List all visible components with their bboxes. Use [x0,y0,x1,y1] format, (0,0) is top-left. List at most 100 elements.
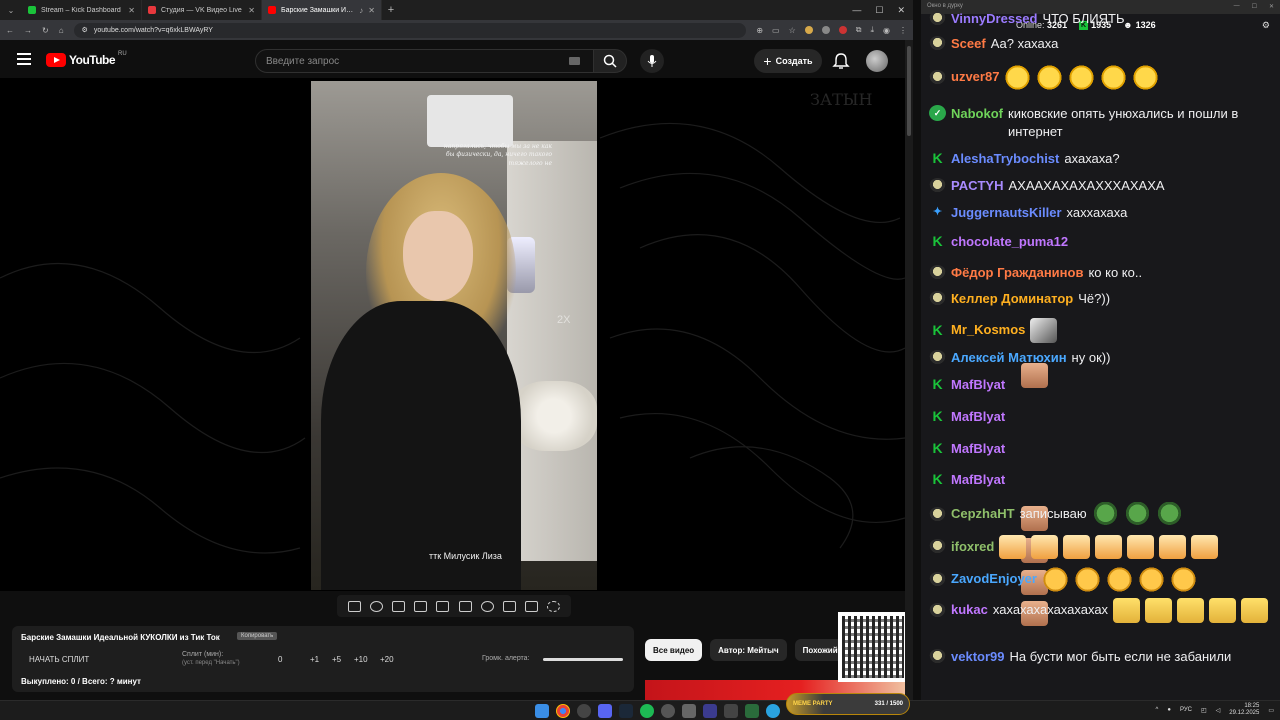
telegram-icon[interactable] [766,704,780,718]
app-icon[interactable] [724,704,738,718]
obs-icon[interactable] [577,704,591,718]
zoom-icon[interactable]: ⊕ [756,26,763,35]
alert-volume-slider[interactable] [543,658,623,661]
chat-username[interactable]: chocolate_puma12 [951,233,1068,251]
create-button[interactable]: + Создать [754,49,822,73]
notifications-icon[interactable]: ▭ [1268,707,1274,714]
tab-youtube-video[interactable]: Барские Замашки Идеальной ♪ ✕ [262,0,382,20]
screenshot-camera-icon[interactable] [525,600,539,612]
speed-icon[interactable] [480,600,494,612]
app-icon[interactable] [682,704,696,718]
mic-icon[interactable]: ● [1167,707,1171,713]
chat-username[interactable]: CepzhaHT [951,505,1015,523]
chat-username[interactable]: MafBlyat [951,376,1005,394]
search-button[interactable] [593,49,627,73]
new-tab-button[interactable]: + [382,4,400,16]
close-window-icon[interactable]: ✕ [897,5,905,16]
miniplayer-icon[interactable] [458,600,472,612]
clock[interactable]: 18:25 29.12.2025 [1229,703,1259,717]
chat-username[interactable]: JuggernautsKiller [951,204,1062,222]
chat-username[interactable]: AleshaTrybochist [951,150,1059,168]
back-icon[interactable]: ← [6,26,14,35]
chat-username[interactable]: Nabokof [951,105,1003,123]
app-icon[interactable] [745,704,759,718]
chat-username[interactable]: Алексей Матюхин [951,349,1067,367]
chat-username[interactable]: Фёдор Гражданинов [951,264,1083,282]
close-tab-icon[interactable]: ✕ [368,6,375,15]
tab-kick-dashboard[interactable]: Stream – Kick Dashboard ✕ [22,0,142,20]
windows-start-icon[interactable] [535,704,549,718]
tray-arrow-icon[interactable]: ^ [1156,707,1159,713]
browser-menu-icon[interactable]: ⋮ [899,26,907,35]
chat-username[interactable]: Келлер Доминатор [951,290,1073,308]
cast-icon[interactable]: ▭ [772,26,780,35]
volume-icon[interactable]: ◁ [1216,707,1221,714]
audio-icon[interactable]: ♪ [359,6,363,15]
extension-icon[interactable] [838,26,847,34]
chat-username[interactable]: vektor99 [951,648,1004,666]
loop-icon[interactable] [347,600,361,612]
split-value[interactable]: 0 [278,655,282,664]
discord-icon[interactable] [598,704,612,718]
chat-username[interactable]: MafBlyat [951,408,1005,426]
chrome-icon[interactable] [556,704,570,718]
site-info-icon[interactable]: ⚙ [82,26,88,34]
profile-icon[interactable]: ◉ [883,26,890,35]
youtube-logo[interactable]: YouTube RU [46,51,127,67]
app-icon[interactable] [703,704,717,718]
chat-username[interactable]: uzver87 [951,68,999,86]
tab-search-icon[interactable]: ⌄ [0,6,22,15]
extension-icon[interactable] [821,26,830,34]
chat-username[interactable]: kukac [951,601,988,619]
app-icon[interactable] [661,704,675,718]
add-icon[interactable] [502,600,516,612]
home-icon[interactable]: ⌂ [59,26,64,35]
tab-vk-studio[interactable]: Студия — VK Видео Live ✕ [142,0,262,20]
chat-username[interactable]: MafBlyat [951,471,1005,489]
watch-icon[interactable] [391,600,405,612]
maximize-icon[interactable]: ☐ [875,5,883,16]
hamburger-menu-icon[interactable] [17,53,31,65]
chip-author[interactable]: Автор: Мейтыч [710,639,787,661]
keyboard-icon[interactable] [569,57,580,65]
language-indicator[interactable]: РУС [1180,707,1192,713]
close-tab-icon[interactable]: ✕ [248,6,255,15]
broadcast-icon[interactable] [369,600,383,612]
steam-icon[interactable] [619,704,633,718]
chat-username[interactable]: VinnyDressed [951,10,1037,28]
minimize-icon[interactable]: — [852,5,861,16]
clapper-icon[interactable] [414,600,428,612]
url-field[interactable]: ⚙ youtube.com/watch?v=q6xkLBWAyRY [73,22,747,38]
chat-username[interactable]: ZavodEnjoyer [951,570,1037,588]
network-icon[interactable]: ◰ [1201,707,1207,714]
extensions-puzzle-icon[interactable]: ⧉ [856,25,862,35]
settings-gear-icon[interactable] [547,600,561,612]
page-scrollbar[interactable] [905,40,913,700]
start-split-button[interactable]: НАЧАТЬ СПЛИТ [29,655,89,664]
add-1-button[interactable]: +1 [310,655,319,664]
chat-username[interactable]: ifoxred [951,538,994,556]
chat-username[interactable]: Mr_Kosmos [951,321,1025,339]
chat-username[interactable]: PACTYH [951,177,1003,195]
search-input[interactable]: Введите запрос [255,49,595,73]
chat-username[interactable]: Sceef [951,35,986,53]
forward-icon[interactable]: → [24,26,32,35]
scrollbar-thumb[interactable] [907,46,911,136]
extension-icon[interactable] [804,26,813,34]
avatar[interactable] [866,50,888,72]
reload-icon[interactable]: ↻ [42,26,49,35]
close-tab-icon[interactable]: ✕ [128,6,135,15]
theater-mode-icon[interactable] [436,600,450,612]
add-5-button[interactable]: +5 [332,655,341,664]
chip-all-videos[interactable]: Все видео [645,639,703,661]
bookmark-star-icon[interactable]: ☆ [789,26,796,35]
video-player[interactable]: ЗАТЫН напрягались, чтобы мы за не как бы… [0,78,905,591]
chat-username[interactable]: MafBlyat [951,440,1005,458]
voice-search-button[interactable] [640,49,664,73]
add-10-button[interactable]: +10 [354,655,368,664]
copy-button[interactable]: Копировать [237,632,278,640]
download-icon[interactable]: ⤓ [870,25,874,35]
add-20-button[interactable]: +20 [380,655,394,664]
notifications-bell-icon[interactable] [832,52,850,70]
spotify-icon[interactable] [640,704,654,718]
